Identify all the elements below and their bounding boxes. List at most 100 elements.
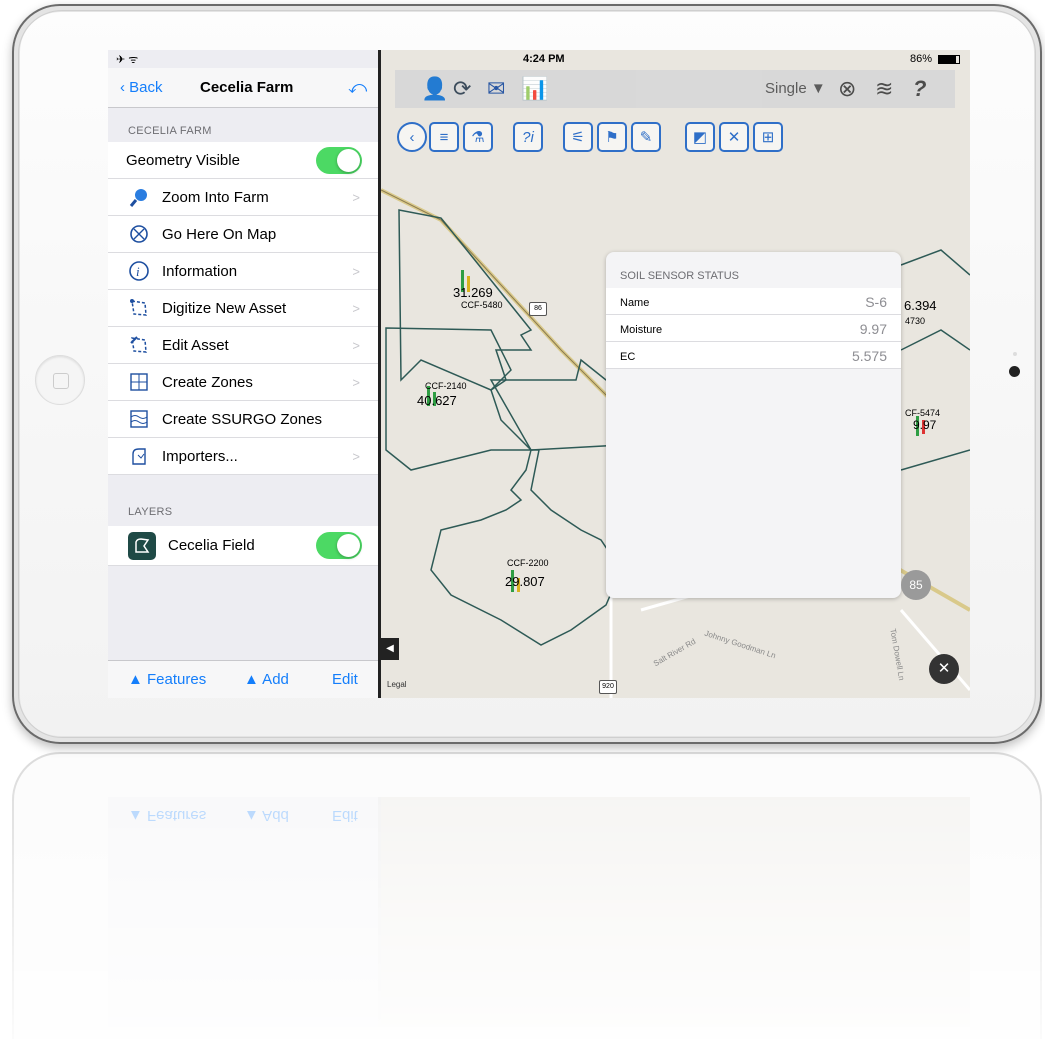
front-camera [1009,366,1020,377]
field-value-label: 6.394 [904,298,937,313]
map-view[interactable]: 4:24 PM 86% 👤 ⟳ ✉ 📊 Single ▼ ⊗ ≋ ? ‹ ≡ ⚗… [381,50,970,698]
popup-value: 5.575 [851,348,887,364]
edit-button[interactable]: Edit [332,671,358,688]
popup-value: S-6 [865,294,887,310]
home-button[interactable] [35,355,85,405]
speed-badge: 85 [901,570,931,600]
list-item-edit-asset[interactable]: Edit Asset > [108,327,378,364]
info-icon: i [128,260,150,282]
mode-selector[interactable]: Single ▼ [765,80,826,97]
mail-icon[interactable]: ✉ [487,76,505,102]
farm-actions-list: Geometry Visible Zoom Into Farm > Go Her… [108,142,378,475]
popup-key: Moisture [620,324,663,336]
list-item-go-here-on-map[interactable]: Go Here On Map [108,216,378,253]
list-item-label: Edit Asset [162,336,229,354]
layers-icon[interactable]: ≋ [875,76,893,102]
device-reflection: ▲ Features ▲ Add Edit [12,752,1042,1039]
bottom-toolbar: ▲ Features ▲ Add Edit [108,660,378,698]
edit-asset-icon [128,334,150,356]
geometry-visible-toggle[interactable] [316,147,362,174]
list-item-label: Cecelia Field [168,537,255,554]
battery-icon [938,55,960,64]
help-icon[interactable]: ? [913,76,926,102]
clear-icon[interactable]: ✕ [719,122,749,152]
add-button[interactable]: ▲ Add [244,671,289,688]
chevron-right-icon: > [352,190,360,205]
back-circle-button[interactable]: ‹ [397,122,427,152]
digitize-icon [128,297,150,319]
list-item-label: Create Zones [162,373,253,391]
select-icon[interactable]: ◩ [685,122,715,152]
back-label: Back [129,79,163,96]
field-value-label: 29.807 [505,574,545,589]
features-button[interactable]: ▲ Features [128,671,206,688]
soil-sensor-popup: SOIL SENSOR STATUS Name S-6 Moisture 9.97 … [606,252,901,598]
screen: ✈ ᯤ ‹ Back Cecelia Farm ⤺ CECELIA FARM G… [108,50,970,698]
popup-value: 9.97 [859,321,887,337]
list-item-label: Importers... [162,447,238,465]
chart-icon[interactable]: 📊 [521,76,548,102]
list-item-zoom-into-farm[interactable]: Zoom Into Farm > [108,179,378,216]
flag-icon[interactable]: ⚑ [597,122,627,152]
status-time: 4:24 PM [523,53,565,65]
popup-header: SOIL SENSOR STATUS [620,270,739,282]
draw-icon[interactable]: ✎ [631,122,661,152]
popup-row-moisture: Moisture 9.97 [606,315,901,342]
field-id-label: CCF-2200 [507,558,549,568]
page-title: Cecelia Farm [200,79,294,96]
field-id-label: CCF-2140 [425,381,467,391]
list-item-label: Geometry Visible [126,151,240,169]
popup-key: EC [620,351,636,363]
popup-rows: Name S-6 Moisture 9.97 EC 5.575 [606,288,901,369]
compass-icon[interactable]: ⊗ [838,76,856,102]
field-id-label: CCF-5480 [461,300,503,310]
sliders-icon[interactable]: ⚟ [563,122,593,152]
list-item-create-ssurgo-zones[interactable]: Create SSURGO Zones [108,401,378,438]
field-value-label: 9.97 [913,418,937,432]
list-item-geometry-visible: Geometry Visible [108,142,378,179]
collapse-sidebar-button[interactable]: ◀ [381,638,399,660]
ssurgo-icon [128,408,150,430]
compass-icon [128,223,150,245]
chevron-right-icon: > [352,375,360,390]
list-item-digitize-new-asset[interactable]: Digitize New Asset > [108,290,378,327]
list-item-label: Go Here On Map [162,225,277,243]
navigation-bar: ‹ Back Cecelia Farm ⤺ [108,68,378,108]
section-header-layers: LAYERS [128,506,173,518]
popup-key: Name [620,297,650,309]
tools-icon[interactable]: ✕ [929,654,959,684]
grid-icon [128,371,150,393]
user-icon[interactable]: 👤 [421,76,448,102]
sync-icon[interactable]: ⟳ [453,76,471,102]
layer-visibility-toggle[interactable] [316,532,362,559]
list-item-label: Zoom Into Farm [162,188,269,206]
list-item-information[interactable]: i Information > [108,253,378,290]
status-bar-left: ✈ ᯤ [116,54,139,66]
field-id-label: 4730 [905,316,926,326]
list-item-label: Create SSURGO Zones [162,410,323,428]
map-top-toolbar: 👤 ⟳ ✉ 📊 Single ▼ ⊗ ≋ ? [395,70,955,108]
status-battery: 86% [909,53,932,65]
field-value-label: 40.627 [417,393,457,408]
status-bar-right: 4:24 PM 86% [381,50,970,68]
list-item-label: Digitize New Asset [162,299,287,317]
flask-icon[interactable]: ⚗ [463,122,493,152]
popup-row-name: Name S-6 [606,288,901,315]
query-info-icon[interactable]: ?i [513,122,543,152]
field-layer-icon [128,531,156,560]
grid-icon[interactable]: ⊞ [753,122,783,152]
light-sensor [1013,352,1017,356]
list-item-importers[interactable]: Importers... > [108,438,378,475]
popup-row-ec: EC 5.575 [606,342,901,369]
field-id-label: CF-5474 [905,408,941,418]
back-button[interactable]: ‹ Back [120,79,163,96]
list-item-create-zones[interactable]: Create Zones > [108,364,378,401]
svg-text:i: i [136,264,140,279]
chevron-right-icon: > [352,338,360,353]
magnifier-icon [128,186,150,208]
chevron-right-icon: > [352,449,360,464]
share-icon[interactable]: ⤺ [348,77,367,98]
layer-item-cecelia-field[interactable]: Cecelia Field [108,526,378,566]
list-icon[interactable]: ≡ [429,122,459,152]
legal-link[interactable]: Legal [387,680,407,689]
